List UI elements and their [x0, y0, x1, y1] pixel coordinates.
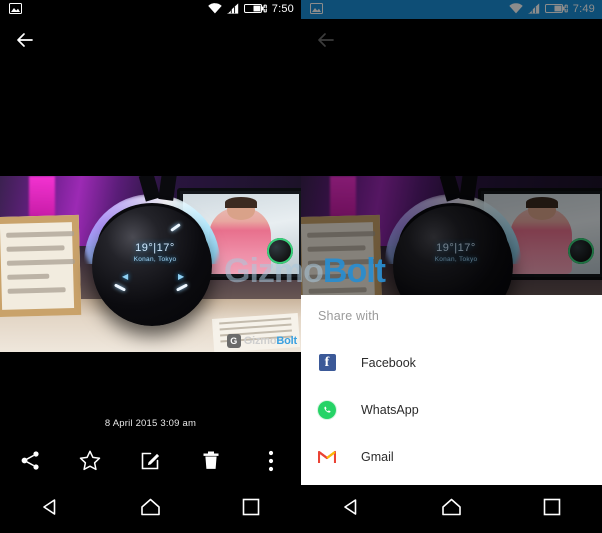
photo-toolbar [0, 443, 301, 483]
edit-button[interactable] [120, 443, 180, 483]
more-vertical-icon [268, 450, 274, 477]
overflow-button[interactable] [241, 443, 301, 483]
nav-recents[interactable] [201, 498, 301, 521]
nav-home[interactable] [100, 497, 200, 522]
arrow-left-icon [15, 31, 35, 54]
triangle-back-icon [40, 497, 60, 522]
app-bar-left [0, 19, 301, 64]
square-recents-icon [242, 498, 260, 521]
nav-home[interactable] [401, 497, 501, 522]
nav-back[interactable] [0, 497, 100, 522]
nav-recents[interactable] [502, 498, 602, 521]
watermark-gizmo: Gizmo [243, 335, 277, 347]
edit-square-icon [140, 450, 161, 476]
status-time: 7:50 [271, 3, 294, 15]
right-phone-screen: 7:49 19°|17° Konan, Tokyo Share with f F… [301, 0, 602, 533]
gmail-icon [318, 448, 336, 466]
cellular-signal-icon [226, 1, 239, 19]
photo-date: 8 April 2015 3:09 am [104, 418, 197, 429]
speaker-temperature: 19°|17° [135, 242, 175, 254]
status-bar-left: 7:50 [0, 0, 301, 19]
star-outline-icon [79, 450, 101, 476]
share-sheet: Share with f Facebook WhatsApp Gmail [301, 295, 602, 485]
triangle-back-icon [341, 497, 361, 522]
watermark-bolt: Bolt [276, 335, 297, 347]
speaker-orb [92, 206, 212, 326]
home-icon [140, 497, 161, 522]
photo-image: 19°|17° Konan, Tokyo ◀ ▶ G GizmoBolt [0, 176, 301, 352]
navigation-bar-left [0, 485, 301, 533]
nav-back[interactable] [301, 497, 401, 522]
wifi-icon [208, 1, 222, 19]
background-sign [0, 214, 82, 318]
share-target-list: f Facebook WhatsApp Gmail [301, 339, 602, 480]
back-button[interactable] [12, 29, 38, 55]
left-phone-screen: 7:50 19°|17° Konan, Tokyo ◀ ▶ G GizmoBol… [0, 0, 301, 533]
facebook-icon: f [318, 354, 336, 372]
screenshot-root: 7:50 19°|17° Konan, Tokyo ◀ ▶ G GizmoBol… [0, 0, 602, 533]
navigation-bar-right [301, 485, 602, 533]
speaker-location: Konan, Tokyo [133, 256, 177, 263]
favorite-button[interactable] [60, 443, 120, 483]
watermark-small: G GizmoBolt [226, 334, 297, 348]
whatsapp-icon [318, 400, 336, 419]
share-item-gmail[interactable]: Gmail [301, 433, 602, 480]
square-recents-icon [543, 498, 561, 521]
home-icon [441, 497, 462, 522]
gizmobolt-logo-icon: G [226, 334, 241, 348]
speaker-display: 19°|17° Konan, Tokyo [120, 242, 190, 263]
battery-charging-icon [243, 1, 267, 19]
share-item-whatsapp[interactable]: WhatsApp [301, 386, 602, 433]
dialog-scrim[interactable] [301, 0, 602, 295]
share-item-facebook[interactable]: f Facebook [301, 339, 602, 386]
image-icon [9, 1, 22, 19]
share-button[interactable] [0, 443, 60, 483]
photo-viewer[interactable]: 19°|17° Konan, Tokyo ◀ ▶ G GizmoBolt [0, 176, 301, 352]
share-icon [20, 450, 41, 476]
share-item-label: Gmail [361, 449, 394, 464]
share-item-label: WhatsApp [361, 402, 419, 417]
share-item-label: Facebook [361, 355, 416, 370]
share-sheet-title: Share with [318, 309, 380, 323]
trash-icon [202, 450, 220, 476]
delete-button[interactable] [181, 443, 241, 483]
